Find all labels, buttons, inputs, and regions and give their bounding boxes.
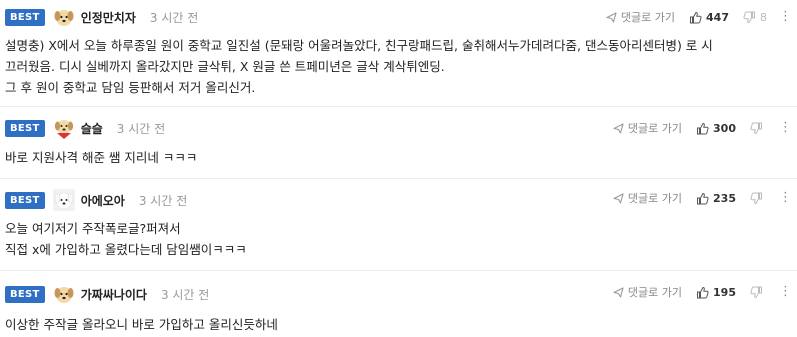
timestamp: 3 시간 전 [149, 10, 199, 25]
comment-actions: 댓글로 가기 300 ⋮ [613, 117, 792, 139]
comment-line: 직접 x에 가입하고 올렸다는데 담임쌤이ㅋㅋㅋ [5, 242, 247, 257]
more-options-icon[interactable]: ⋮ [779, 191, 792, 204]
send-icon [613, 286, 624, 298]
comment-actions: 댓글로 가기 195 ⋮ [613, 281, 792, 303]
reply-label: 댓글로 가기 [620, 11, 676, 24]
reply-link[interactable]: 댓글로 가기 [613, 284, 682, 300]
reply-link[interactable]: 댓글로 가기 [606, 9, 675, 25]
nickname[interactable]: 가짜싸나이다 [81, 286, 147, 303]
timestamp: 3 시간 전 [138, 193, 188, 208]
reply-link[interactable]: 댓글로 가기 [613, 190, 682, 206]
white-dog-icon[interactable] [52, 189, 75, 211]
comment-header: BEST 가짜싸나이다 3 시간 전 [5, 283, 209, 305]
comment-actions: 댓글로 가기 235 ⋮ [613, 187, 792, 209]
more-options-icon[interactable]: ⋮ [779, 121, 792, 134]
upvote-button[interactable]: 235 [696, 192, 736, 205]
upvote-count: 235 [713, 191, 736, 205]
reply-label: 댓글로 가기 [627, 192, 683, 205]
comment-body: 이상한 주작글 올라오니 바로 가입하고 올리신듯하네 [5, 314, 278, 335]
downvote-button[interactable] [750, 192, 767, 205]
thumbs-down-icon [750, 122, 762, 134]
comment-line: 오늘 여기저기 주작폭로글?퍼져서 [5, 221, 181, 236]
thumbs-up-icon [697, 192, 709, 204]
thumbs-up-icon [697, 286, 709, 298]
upvote-button[interactable]: 447 [689, 11, 729, 24]
comment-body: 바로 지원사격 해준 쌤 지리네 ㅋㅋㅋ [5, 147, 197, 168]
timestamp: 3 시간 전 [160, 287, 210, 302]
comment-item: BEST 아에오아 3 시간 전 댓글로 가기 235 ⋮ 오늘 여기저기 주작… [0, 179, 797, 271]
comment-item: BEST 인정만치자 3 시간 전 댓글로 가기 447 8 ⋮ 설명충) X에… [0, 0, 797, 107]
thumbs-down-icon [743, 11, 755, 23]
reply-label: 댓글로 가기 [627, 286, 683, 299]
more-options-icon[interactable]: ⋮ [779, 10, 792, 23]
comment-header: BEST 슬슬 3 시간 전 [5, 117, 165, 139]
best-badge: BEST [5, 119, 45, 137]
thumbs-down-icon [750, 192, 762, 204]
send-icon [613, 192, 624, 204]
thumbs-up-icon [690, 11, 702, 23]
upvote-count: 300 [713, 121, 736, 135]
reply-label: 댓글로 가기 [627, 122, 683, 135]
thumbs-down-icon [750, 286, 762, 298]
downvote-button[interactable] [750, 122, 767, 135]
nickname[interactable]: 인정만치자 [81, 9, 136, 26]
best-badge: BEST [5, 285, 45, 303]
downvote-button[interactable] [750, 286, 767, 299]
comment-item: BEST 가짜싸나이다 3 시간 전 댓글로 가기 195 ⋮ 이상한 주작글 … [0, 271, 797, 337]
comment-line: 바로 지원사격 해준 쌤 지리네 ㅋㅋㅋ [5, 150, 198, 165]
upvote-button[interactable]: 195 [696, 286, 736, 299]
timestamp: 3 시간 전 [116, 121, 166, 136]
dog-icon[interactable] [53, 283, 75, 305]
comment-body: 오늘 여기저기 주작폭로글?퍼져서 직접 x에 가입하고 올렸다는데 담임쌤이ㅋ… [5, 218, 247, 260]
dog-icon[interactable] [53, 6, 75, 28]
thumbs-up-icon [697, 122, 709, 134]
send-icon [606, 11, 617, 23]
best-badge: BEST [5, 191, 45, 209]
comment-body: 설명충) X에서 오늘 하루종일 원이 중학교 일진설 (문돼랑 어울려놀았다,… [5, 35, 713, 98]
upvote-count: 195 [713, 285, 736, 299]
comment-line: 끄러웠음. 디시 실베까지 올라갔지만 글삭튀, X 원글 쓴 트페미년은 글삭… [5, 59, 445, 74]
best-badge: BEST [5, 8, 45, 26]
downvote-count: 8 [760, 10, 767, 24]
comment-line: 그 후 원이 중학교 담임 등판해서 저거 올리신거. [5, 80, 256, 95]
dog-red-icon[interactable] [53, 117, 75, 139]
nickname[interactable]: 슬슬 [81, 120, 103, 137]
upvote-button[interactable]: 300 [696, 122, 736, 135]
comment-header: BEST 아에오아 3 시간 전 [5, 189, 187, 211]
more-options-icon[interactable]: ⋮ [779, 285, 792, 298]
comment-item: BEST 슬슬 3 시간 전 댓글로 가기 300 ⋮ 바로 지원사격 해준 쌤… [0, 107, 797, 179]
send-icon [613, 122, 624, 134]
comment-line: 이상한 주작글 올라오니 바로 가입하고 올리신듯하네 [5, 317, 278, 332]
nickname[interactable]: 아에오아 [81, 192, 125, 209]
comment-header: BEST 인정만치자 3 시간 전 [5, 6, 198, 28]
downvote-button[interactable]: 8 [743, 11, 767, 24]
comment-actions: 댓글로 가기 447 8 ⋮ [606, 6, 792, 28]
reply-link[interactable]: 댓글로 가기 [613, 120, 682, 136]
upvote-count: 447 [706, 10, 729, 24]
comment-line: 설명충) X에서 오늘 하루종일 원이 중학교 일진설 (문돼랑 어울려놀았다,… [5, 38, 713, 53]
